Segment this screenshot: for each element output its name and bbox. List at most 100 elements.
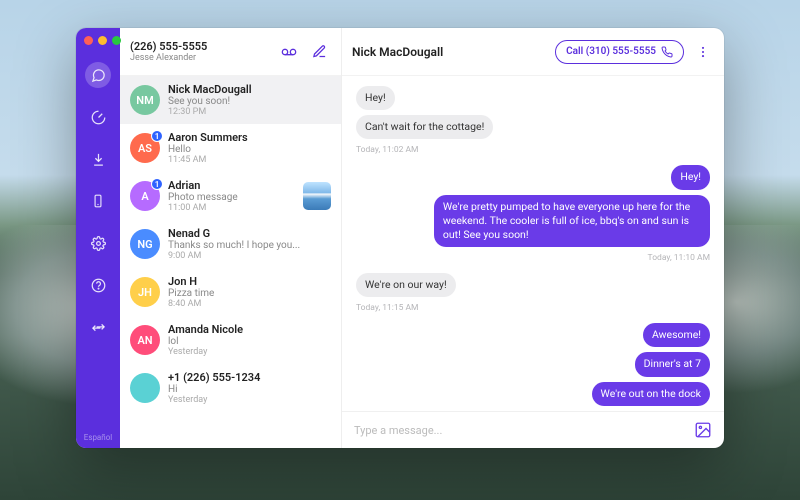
- conversation-name: Adrian: [168, 179, 295, 192]
- call-button[interactable]: Call (310) 555-5555: [555, 40, 684, 64]
- maximize-dot[interactable]: [112, 36, 121, 45]
- conversation-time: 12:30 PM: [168, 107, 331, 117]
- app-window: Español (226) 555-5555 Jesse Alexander N…: [76, 28, 724, 448]
- device-icon: [91, 194, 105, 208]
- avatar: AS1: [130, 133, 160, 163]
- avatar: AN: [130, 325, 160, 355]
- nav-settings[interactable]: [85, 230, 111, 256]
- message-timestamp: Today, 11:15 AM: [356, 303, 418, 313]
- attach-image-button[interactable]: [694, 421, 712, 439]
- voicemail-icon: [281, 44, 297, 60]
- conversation-column: (226) 555-5555 Jesse Alexander NM Nick Ma…: [120, 28, 342, 448]
- conversation-name: Nick MacDougall: [168, 83, 331, 96]
- conversation-preview: lol: [168, 336, 331, 347]
- image-icon: [694, 421, 712, 439]
- messages-icon: [91, 68, 106, 83]
- account-phone: (226) 555-5555: [130, 40, 271, 53]
- help-icon: [91, 278, 106, 293]
- unread-badge: 1: [151, 130, 163, 142]
- conversation-time: Yesterday: [168, 347, 331, 357]
- transfer-icon: [91, 320, 106, 335]
- avatar: NG: [130, 229, 160, 259]
- chat-body[interactable]: Hey! Can't wait for the cottage! Today, 11…: [342, 76, 724, 411]
- nav-rail: Español: [76, 28, 120, 448]
- conversation-preview: Hi: [168, 384, 331, 395]
- conversation-name: Nenad G: [168, 227, 331, 240]
- message-timestamp: Today, 11:02 AM: [356, 145, 418, 155]
- incoming-message[interactable]: We're on our way!: [356, 273, 456, 297]
- conversation-item[interactable]: AN Amanda NicolelolYesterday: [120, 316, 341, 364]
- conversation-name: Aaron Summers: [168, 131, 331, 144]
- conversation-name: Amanda Nicole: [168, 323, 331, 336]
- compose-button[interactable]: [307, 40, 331, 64]
- chat-contact-name: Nick MacDougall: [352, 45, 547, 59]
- conversation-text: Aaron SummersHello11:45 AM: [168, 131, 331, 165]
- conversation-time: 11:00 AM: [168, 203, 295, 213]
- conversation-text: AdrianPhoto message11:00 AM: [168, 179, 295, 213]
- conversation-time: 11:45 AM: [168, 155, 331, 165]
- conversation-item[interactable]: NG Nenad GThanks so much! I hope you...9:…: [120, 220, 341, 268]
- conversation-text: Amanda NicolelolYesterday: [168, 323, 331, 357]
- conversation-time: 8:40 AM: [168, 299, 331, 309]
- outgoing-message[interactable]: Hey!: [671, 165, 710, 189]
- close-dot[interactable]: [84, 36, 93, 45]
- conversation-item[interactable]: A1 AdrianPhoto message11:00 AM: [120, 172, 341, 220]
- settings-icon: [91, 236, 106, 251]
- dashboard-icon: [91, 110, 106, 125]
- chat-menu-button[interactable]: [692, 41, 714, 63]
- conversation-name: Jon H: [168, 275, 331, 288]
- nav-dashboard[interactable]: [85, 104, 111, 130]
- compose-icon: [312, 44, 327, 59]
- conversation-time: Yesterday: [168, 395, 331, 405]
- nav-transfer[interactable]: [85, 314, 111, 340]
- outgoing-message[interactable]: We're pretty pumped to have everyone up …: [434, 195, 710, 248]
- account-owner: Jesse Alexander: [130, 53, 271, 63]
- chat-column: Nick MacDougall Call (310) 555-5555 Hey!…: [342, 28, 724, 448]
- avatar: A1: [130, 181, 160, 211]
- composer: [342, 411, 724, 448]
- incoming-message[interactable]: Can't wait for the cottage!: [356, 115, 493, 139]
- voicemail-button[interactable]: [277, 40, 301, 64]
- nav-help[interactable]: [85, 272, 111, 298]
- avatar: NM: [130, 85, 160, 115]
- chat-header: Nick MacDougall Call (310) 555-5555: [342, 28, 724, 76]
- incoming-message[interactable]: Hey!: [356, 86, 395, 110]
- account-block[interactable]: (226) 555-5555 Jesse Alexander: [130, 40, 271, 63]
- conversation-name: +1 (226) 555-1234: [168, 371, 331, 384]
- message-input[interactable]: [354, 424, 684, 437]
- conversation-time: 9:00 AM: [168, 251, 331, 261]
- conversation-item[interactable]: JH Jon HPizza time8:40 AM: [120, 268, 341, 316]
- outgoing-message[interactable]: We're out on the dock: [592, 382, 710, 406]
- outgoing-message[interactable]: Dinner's at 7: [635, 352, 710, 376]
- nav-messages[interactable]: [85, 62, 111, 88]
- conversation-preview: Pizza time: [168, 288, 331, 299]
- conversation-item[interactable]: AS1 Aaron SummersHello11:45 AM: [120, 124, 341, 172]
- message-timestamp: Today, 11:10 AM: [648, 253, 710, 263]
- conversation-preview: Thanks so much! I hope you...: [168, 240, 331, 251]
- conversation-preview: See you soon!: [168, 96, 331, 107]
- phone-icon: [661, 46, 673, 58]
- conversation-preview: Hello: [168, 144, 331, 155]
- call-button-label: Call (310) 555-5555: [566, 46, 656, 57]
- conversation-preview: Photo message: [168, 192, 295, 203]
- minimize-dot[interactable]: [98, 36, 107, 45]
- window-traffic-lights[interactable]: [84, 36, 121, 45]
- nav-download[interactable]: [85, 146, 111, 172]
- conversation-text: Nenad GThanks so much! I hope you...9:00…: [168, 227, 331, 261]
- download-icon: [91, 152, 106, 167]
- conversation-list[interactable]: NM Nick MacDougallSee you soon!12:30 PM AS…: [120, 76, 341, 448]
- unread-badge: 1: [151, 178, 163, 190]
- conversation-text: Jon HPizza time8:40 AM: [168, 275, 331, 309]
- conversation-header: (226) 555-5555 Jesse Alexander: [120, 28, 341, 76]
- outgoing-message[interactable]: Awesome!: [643, 323, 710, 347]
- avatar: JH: [130, 277, 160, 307]
- photo-thumbnail: [303, 182, 331, 210]
- conversation-item[interactable]: NM Nick MacDougallSee you soon!12:30 PM: [120, 76, 341, 124]
- avatar: [130, 373, 160, 403]
- language-label[interactable]: Español: [84, 433, 112, 442]
- nav-device[interactable]: [85, 188, 111, 214]
- conversation-text: +1 (226) 555-1234HiYesterday: [168, 371, 331, 405]
- conversation-item[interactable]: +1 (226) 555-1234HiYesterday: [120, 364, 341, 412]
- conversation-text: Nick MacDougallSee you soon!12:30 PM: [168, 83, 331, 117]
- more-vertical-icon: [696, 45, 710, 59]
